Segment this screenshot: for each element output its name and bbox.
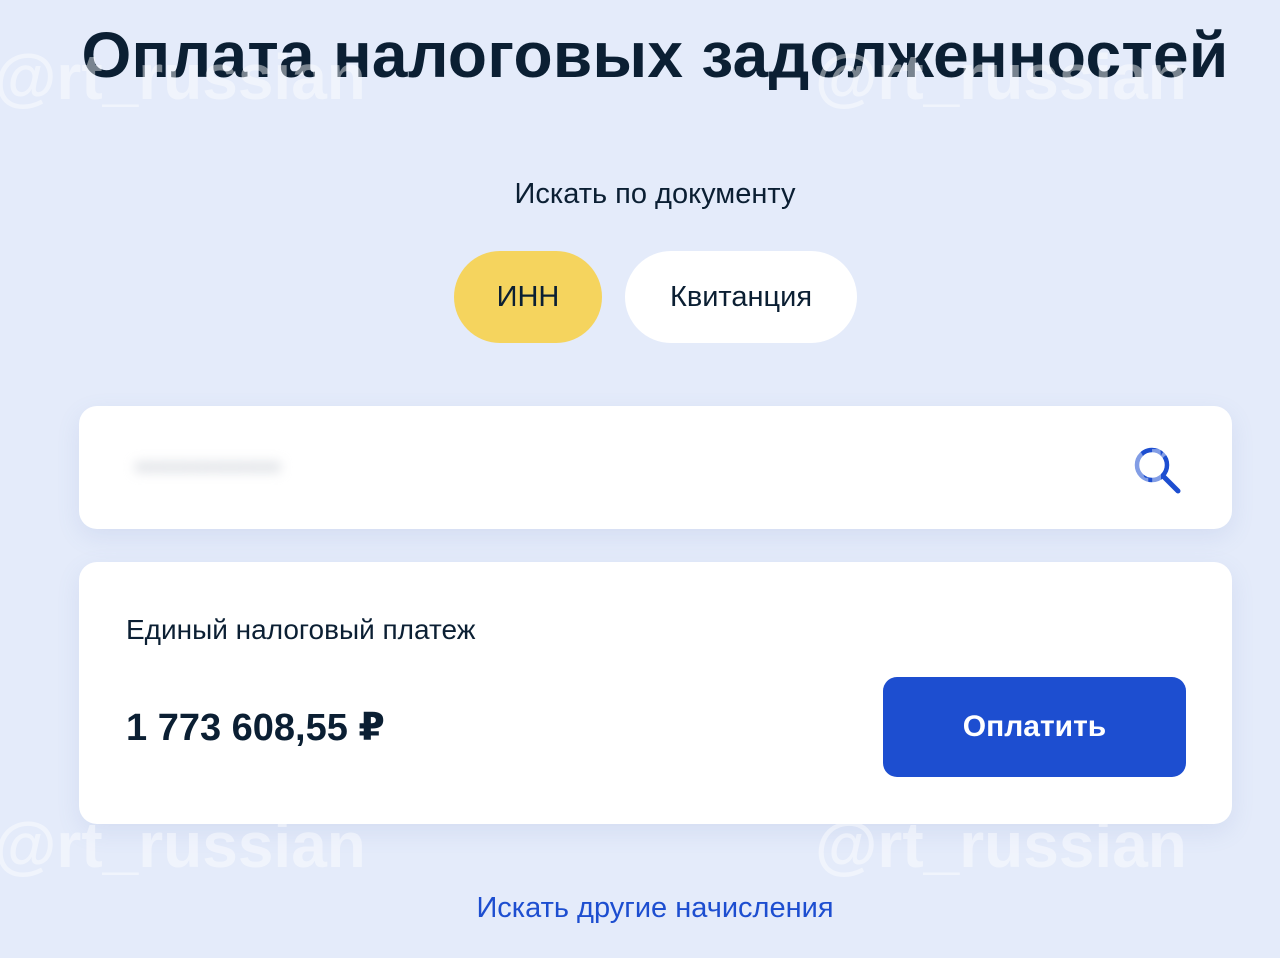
search-icon[interactable] bbox=[1130, 443, 1182, 495]
payment-amount: 1 773 608,55 ₽ bbox=[126, 707, 385, 749]
payment-name: Единый налоговый платеж bbox=[126, 614, 476, 645]
search-input[interactable] bbox=[119, 406, 1115, 529]
tab-inn[interactable]: ИНН bbox=[454, 251, 602, 343]
tab-receipt[interactable]: Квитанция bbox=[625, 251, 857, 343]
search-box bbox=[79, 406, 1232, 529]
payment-card: Единый налоговый платеж 1 773 608,55 ₽ О… bbox=[79, 562, 1232, 824]
other-charges-link[interactable]: Искать другие начисления bbox=[0, 892, 1280, 925]
search-by-label: Искать по документу bbox=[514, 178, 796, 210]
pay-button[interactable]: Оплатить bbox=[883, 677, 1186, 777]
page-title: Оплата налоговых задолженностей bbox=[81, 19, 1229, 91]
